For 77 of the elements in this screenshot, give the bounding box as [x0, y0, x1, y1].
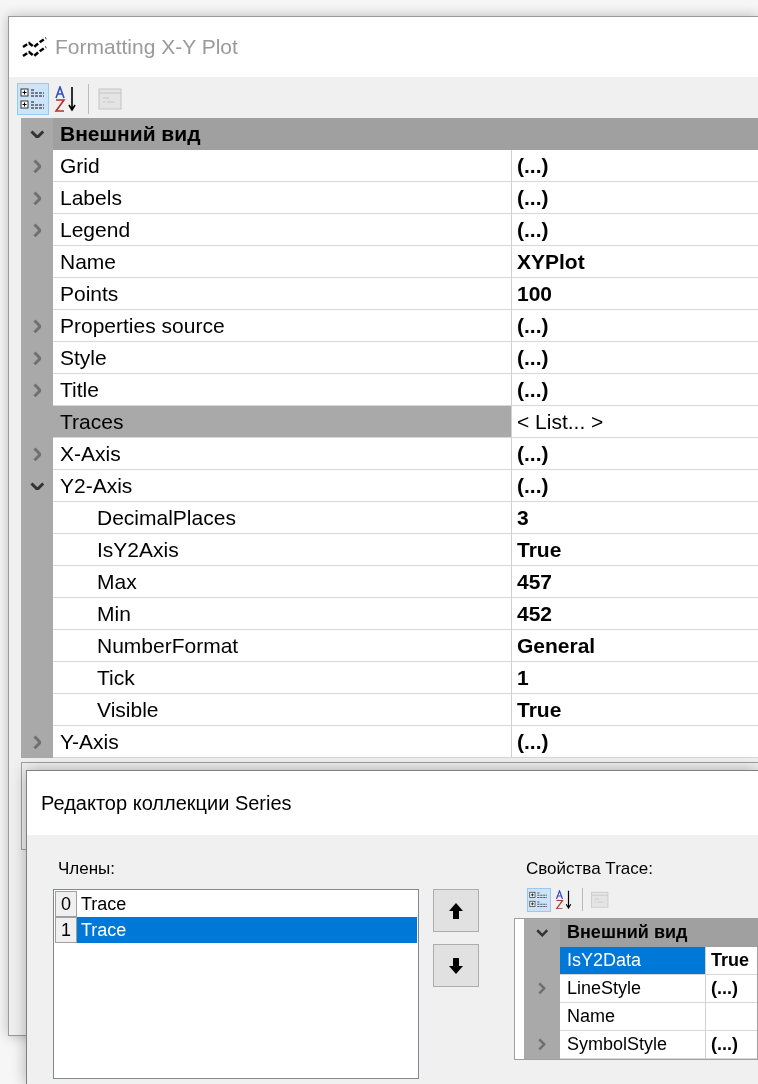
- property-name[interactable]: Max: [53, 566, 511, 598]
- property-value[interactable]: 452: [511, 598, 758, 630]
- member-index: 0: [55, 891, 77, 917]
- property-value[interactable]: (...): [511, 214, 758, 246]
- properties-label: Свойства Trace:: [525, 859, 654, 879]
- property-name[interactable]: Y-Axis: [53, 726, 511, 758]
- chevron-right-icon[interactable]: [538, 982, 546, 996]
- window-title: Formatting X-Y Plot: [55, 35, 238, 59]
- chevron-right-icon[interactable]: [32, 190, 42, 206]
- member-item[interactable]: Trace: [77, 917, 417, 943]
- property-value[interactable]: General: [511, 630, 758, 662]
- property-name[interactable]: IsY2Axis: [53, 534, 511, 566]
- categorized-icon: [529, 889, 549, 910]
- category-header[interactable]: Внешний вид: [53, 118, 758, 150]
- property-name[interactable]: IsY2Data: [560, 946, 705, 975]
- property-name[interactable]: Visible: [53, 694, 511, 726]
- property-value[interactable]: (...): [511, 150, 758, 182]
- property-name[interactable]: Min: [53, 598, 511, 630]
- chevron-down-icon[interactable]: [29, 481, 45, 491]
- property-value[interactable]: (...): [705, 1030, 757, 1059]
- property-value[interactable]: True: [511, 534, 758, 566]
- line-chart-icon: [21, 35, 49, 59]
- chevron-down-icon[interactable]: [535, 928, 549, 937]
- property-value[interactable]: < List... >: [511, 406, 758, 438]
- chevron-down-icon[interactable]: [29, 129, 45, 139]
- property-value[interactable]: (...): [511, 182, 758, 214]
- property-name[interactable]: Labels: [53, 182, 511, 214]
- chevron-right-icon[interactable]: [32, 158, 42, 174]
- chevron-right-icon[interactable]: [32, 446, 42, 462]
- property-value[interactable]: (...): [511, 470, 758, 502]
- chevron-right-icon[interactable]: [32, 222, 42, 238]
- property-value[interactable]: True: [705, 946, 757, 975]
- property-name[interactable]: Points: [53, 278, 511, 310]
- members-list[interactable]: 0 Trace 1 Trace: [53, 889, 419, 1079]
- categorized-icon: [20, 86, 46, 112]
- property-name[interactable]: Grid: [53, 150, 511, 182]
- property-value[interactable]: (...): [511, 342, 758, 374]
- property-name[interactable]: Name: [560, 1002, 705, 1031]
- property-name[interactable]: Style: [53, 342, 511, 374]
- property-value[interactable]: [705, 1002, 757, 1031]
- property-value[interactable]: 100: [511, 278, 758, 310]
- property-value[interactable]: 3: [511, 502, 758, 534]
- arrow-up-icon: [448, 901, 464, 920]
- move-up-button[interactable]: [433, 889, 479, 932]
- property-value[interactable]: (...): [511, 726, 758, 758]
- chevron-right-icon[interactable]: [32, 382, 42, 398]
- property-name[interactable]: Tick: [53, 662, 511, 694]
- member-index: 1: [55, 917, 77, 943]
- property-value[interactable]: (...): [511, 374, 758, 406]
- property-name[interactable]: LineStyle: [560, 974, 705, 1003]
- property-value[interactable]: (...): [511, 438, 758, 470]
- members-label: Члены:: [57, 859, 117, 879]
- dialog-title: Редактор коллекции Series: [41, 791, 292, 815]
- property-value[interactable]: (...): [511, 310, 758, 342]
- category-header[interactable]: Внешний вид: [560, 918, 757, 947]
- chevron-right-icon[interactable]: [538, 1038, 546, 1052]
- property-value[interactable]: True: [511, 694, 758, 726]
- move-down-button[interactable]: [433, 944, 479, 987]
- property-name[interactable]: Legend: [53, 214, 511, 246]
- arrow-down-icon: [448, 956, 464, 975]
- property-name[interactable]: X-Axis: [53, 438, 511, 470]
- chevron-right-icon[interactable]: [32, 350, 42, 366]
- property-name[interactable]: SymbolStyle: [560, 1030, 705, 1059]
- property-name[interactable]: Y2-Axis: [53, 470, 511, 502]
- property-value[interactable]: (...): [705, 974, 757, 1003]
- property-value[interactable]: XYPlot: [511, 246, 758, 278]
- property-name[interactable]: Name: [53, 246, 511, 278]
- chevron-right-icon[interactable]: [32, 318, 42, 334]
- property-value[interactable]: 1: [511, 662, 758, 694]
- property-name[interactable]: DecimalPlaces: [53, 502, 511, 534]
- property-pages-icon: [590, 889, 610, 910]
- property-name[interactable]: NumberFormat: [53, 630, 511, 662]
- property-name[interactable]: Properties source: [53, 310, 511, 342]
- property-pages-icon: [97, 86, 123, 112]
- chevron-right-icon[interactable]: [32, 734, 42, 750]
- property-name[interactable]: Title: [53, 374, 511, 406]
- property-value[interactable]: 457: [511, 566, 758, 598]
